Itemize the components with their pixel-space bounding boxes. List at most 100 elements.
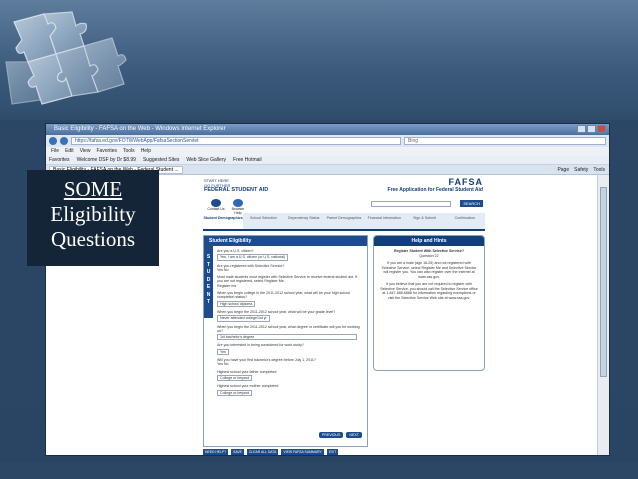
question-degree: When you begin the 2011-2012 school year… bbox=[217, 325, 363, 341]
question-father-school: Highest school your father completed Col… bbox=[217, 370, 363, 382]
address-bar-row: https://fafsa.ed.gov/FOTWWebApp/FafsaSec… bbox=[46, 135, 609, 147]
help-subtitle: Register Student With Selective Service? bbox=[393, 249, 465, 253]
menu-edit[interactable]: Edit bbox=[65, 147, 74, 156]
command-bar: Page Safety Tools bbox=[557, 165, 605, 175]
safety-menu[interactable]: Safety bbox=[574, 165, 588, 175]
help-and-hints-panel: Help and Hints Register Student With Sel… bbox=[373, 235, 485, 371]
question-text: Are you registered with Selective Servic… bbox=[217, 263, 285, 268]
favorite-link[interactable]: Suggested Sites bbox=[143, 156, 179, 164]
address-input[interactable]: https://fafsa.ed.gov/FOTWWebApp/FafsaSec… bbox=[71, 137, 401, 145]
bachelors-radio[interactable]: Yes No bbox=[217, 362, 228, 366]
hs-completion-select[interactable]: High school diploma bbox=[217, 300, 256, 307]
register-me-checkbox[interactable]: Register me bbox=[217, 284, 236, 288]
menu-tools[interactable]: Tools bbox=[123, 147, 135, 156]
grade-level-select[interactable]: Never attended college/1st yr bbox=[217, 315, 270, 322]
question-list: Are you a U.S. citizen? Yes, I am a U.S.… bbox=[217, 249, 363, 399]
window-title: Basic Eligibility - FAFSA on the Web - W… bbox=[54, 126, 226, 132]
window-controls bbox=[577, 125, 606, 133]
fafsa-brand: FAFSA Free Application for Federal Stude… bbox=[388, 177, 483, 193]
view-summary-button[interactable]: VIEW FAFSA SUMMARY bbox=[281, 449, 324, 455]
question-citizenship: Are you a U.S. citizen? Yes, I am a U.S.… bbox=[217, 249, 363, 261]
question-grade-level: When you begin the 2011-2012 school year… bbox=[217, 310, 363, 322]
contact-label: Contact Us bbox=[207, 207, 225, 211]
selective-service-radio[interactable]: Yes No bbox=[217, 268, 228, 272]
side-letter: E bbox=[206, 284, 211, 290]
exit-button[interactable]: EXIT bbox=[326, 449, 339, 455]
question-text: Highest school your father completed bbox=[217, 369, 277, 374]
step-school-selection[interactable]: School Selection bbox=[243, 213, 283, 229]
overlay-line-questions: Questions bbox=[51, 227, 135, 251]
student-side-label: S T U D E N T bbox=[204, 246, 213, 318]
menu-view[interactable]: View bbox=[80, 147, 91, 156]
search-input[interactable]: Bing bbox=[404, 137, 606, 145]
menu-bar: File Edit View Favorites Tools Help bbox=[46, 147, 609, 156]
question-text: When you begin the 2011-2012 school year… bbox=[217, 309, 336, 314]
window-title-bar: Basic Eligibility - FAFSA on the Web - W… bbox=[46, 124, 609, 135]
question-hs-completion: When you begin college in the 2011-2012 … bbox=[217, 291, 363, 307]
step-parent-demographics[interactable]: Parent Demographics bbox=[324, 213, 364, 229]
favorites-button[interactable]: Favorites bbox=[49, 156, 70, 164]
tools-menu[interactable]: Tools bbox=[593, 165, 605, 175]
side-letter: S bbox=[206, 254, 211, 260]
fafsa-subtitle: Free Application for Federal Student Aid bbox=[387, 187, 483, 193]
help-body: Register Student With Selective Service?… bbox=[374, 246, 484, 303]
question-register-me: Most male students must register with Se… bbox=[217, 275, 363, 288]
maximize-button[interactable] bbox=[587, 125, 596, 133]
menu-favorites[interactable]: Favorites bbox=[96, 147, 117, 156]
citizenship-select[interactable]: Yes, I am a U.S. citizen (or U.S. nation… bbox=[217, 254, 289, 261]
step-student-demographics[interactable]: Student Demographics bbox=[203, 213, 244, 229]
back-icon[interactable] bbox=[49, 137, 57, 145]
page-nav-buttons: PREVIOUS NEXT bbox=[318, 432, 362, 438]
logo-line: FEDERAL STUDENT AID bbox=[204, 187, 269, 193]
favorite-link[interactable]: Welcome DSF by Dr $8.99 bbox=[77, 156, 136, 164]
help-question-number: Question 22 bbox=[419, 253, 439, 258]
fsa-logo: START HERE GO FURTHER FEDERAL STUDENT AI… bbox=[204, 178, 268, 193]
step-confirmation[interactable]: Confirmation bbox=[445, 213, 485, 229]
help-text: If you believe that you are not required… bbox=[380, 282, 478, 300]
question-text: Most male students must register with Se… bbox=[217, 275, 358, 284]
vertical-scrollbar[interactable] bbox=[597, 175, 609, 455]
menu-file[interactable]: File bbox=[51, 147, 59, 156]
question-text: Highest school your mother completed bbox=[217, 384, 279, 389]
forward-icon[interactable] bbox=[60, 137, 68, 145]
question-text: Are you interested in being considered f… bbox=[217, 343, 304, 348]
question-bachelors: Will you have your first bachelor's degr… bbox=[217, 358, 363, 367]
question-text: Are you a U.S. citizen? bbox=[217, 249, 254, 253]
step-dependency-status[interactable]: Dependency Status bbox=[284, 213, 324, 229]
menu-help[interactable]: Help bbox=[141, 147, 151, 156]
fafsa-page: START HERE GO FURTHER FEDERAL STUDENT AI… bbox=[197, 175, 491, 455]
next-button[interactable]: NEXT bbox=[346, 432, 362, 438]
contact-icon bbox=[211, 199, 221, 207]
side-letter: T bbox=[206, 261, 211, 268]
slide-title-overlay: SOME Eligibility Questions bbox=[27, 170, 159, 266]
browser-help-link[interactable]: Browser Help bbox=[229, 199, 247, 215]
page-menu[interactable]: Page bbox=[557, 165, 569, 175]
search-button[interactable]: SEARCH bbox=[460, 200, 483, 207]
side-letter: N bbox=[206, 291, 211, 298]
favorite-link[interactable]: Web Slice Gallery bbox=[186, 156, 226, 164]
scrollbar-thumb[interactable] bbox=[600, 187, 607, 377]
question-work-study: Are you interested in being considered f… bbox=[217, 343, 363, 356]
work-study-select[interactable]: Yes bbox=[217, 348, 229, 356]
question-text: Will you have your first bachelor's degr… bbox=[217, 358, 316, 363]
save-button[interactable]: SAVE bbox=[231, 449, 244, 455]
clear-all-data-button[interactable]: CLEAR ALL DATA bbox=[246, 449, 279, 455]
site-search-input[interactable] bbox=[371, 201, 451, 207]
help-text: If you are a male (age 18-25) and not re… bbox=[381, 261, 477, 279]
step-financial-information[interactable]: Financial Information bbox=[364, 213, 404, 229]
help-label: Browser Help bbox=[231, 207, 245, 215]
need-help-button[interactable]: NEED HELP? bbox=[203, 449, 229, 455]
degree-select[interactable]: 1st bachelor's degree bbox=[217, 334, 357, 341]
side-letter: T bbox=[206, 299, 211, 305]
step-sign-submit[interactable]: Sign & Submit bbox=[404, 213, 444, 229]
question-selective-service: Are you registered with Selective Servic… bbox=[217, 264, 363, 273]
favorite-link[interactable]: Free Hotmail bbox=[233, 156, 262, 164]
minimize-button[interactable] bbox=[577, 125, 586, 133]
mother-school-select[interactable]: College or beyond bbox=[217, 389, 253, 396]
father-school-select[interactable]: College or beyond bbox=[217, 374, 253, 382]
previous-button[interactable]: PREVIOUS bbox=[318, 432, 344, 438]
contact-us-link[interactable]: Contact Us bbox=[207, 199, 225, 211]
side-letter: U bbox=[206, 269, 211, 275]
close-button[interactable] bbox=[597, 125, 606, 133]
progress-steps: Student Demographics School Selection De… bbox=[203, 213, 485, 231]
